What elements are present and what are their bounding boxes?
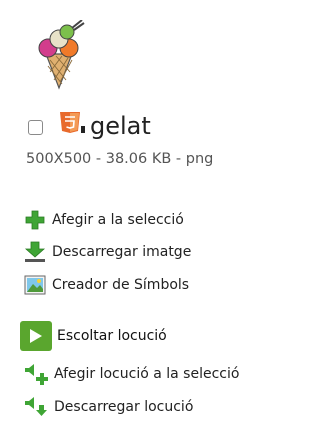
- symbol-creator-button[interactable]: Creador de Símbols: [24, 273, 189, 297]
- speaker-plus-icon: [25, 364, 48, 385]
- ice-cream-cone-icon: [38, 20, 85, 90]
- download-audio-button[interactable]: Descarregar locució: [24, 395, 193, 419]
- symbol-title: gelat: [90, 112, 151, 140]
- download-image-label: Descarregar imatge: [52, 244, 192, 260]
- html5-icon: [60, 112, 85, 133]
- download-icon: [24, 241, 46, 262]
- add-audio-to-selection-label: Afegir locució a la selecció: [54, 366, 240, 382]
- symbol-creator-label: Creador de Símbols: [52, 277, 190, 293]
- image-icon: [24, 275, 46, 295]
- select-checkbox[interactable]: [28, 120, 43, 135]
- file-metadata: 500X500 - 38.06 KB - png: [26, 151, 214, 167]
- speaker-download-icon: [25, 397, 47, 416]
- listen-audio-button[interactable]: Escoltar locució: [20, 321, 167, 351]
- download-audio-label: Descarregar locució: [54, 399, 194, 415]
- play-icon: [20, 321, 52, 351]
- plus-icon: [25, 210, 45, 230]
- add-to-selection-button[interactable]: Afegir a la selecció: [24, 208, 184, 232]
- listen-audio-label: Escoltar locució: [57, 328, 167, 344]
- download-image-button[interactable]: Descarregar imatge: [24, 240, 191, 264]
- add-audio-to-selection-button[interactable]: Afegir locució a la selecció: [24, 362, 239, 386]
- add-to-selection-label: Afegir a la selecció: [52, 212, 184, 228]
